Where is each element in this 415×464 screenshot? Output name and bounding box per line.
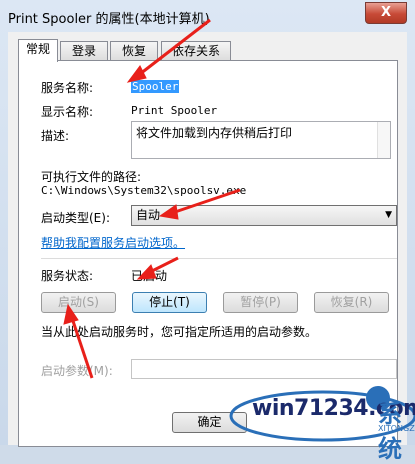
arrow-to-startup-type: [174, 188, 241, 214]
watermark-subtext: XITONGZHIJIA: [378, 424, 415, 433]
arrow-to-status: [149, 256, 179, 274]
tab-general[interactable]: 常规: [18, 39, 58, 62]
annotation-arrows: [63, 18, 241, 379]
arrow-to-status-head: [136, 264, 157, 280]
arrow-to-start-button: [70, 317, 94, 379]
arrow-to-service-name: [139, 18, 211, 76]
properties-window: Print Spooler 的属性(本地计算机) X 常规 登录 恢复 依存关系…: [0, 0, 415, 463]
arrow-to-start-button-head: [63, 303, 79, 325]
arrow-to-startup-type-head: [158, 204, 179, 220]
watermark: win71234.com 系统 XITONGZHIJIA: [228, 380, 415, 463]
arrow-to-service-name-head: [126, 65, 147, 83]
